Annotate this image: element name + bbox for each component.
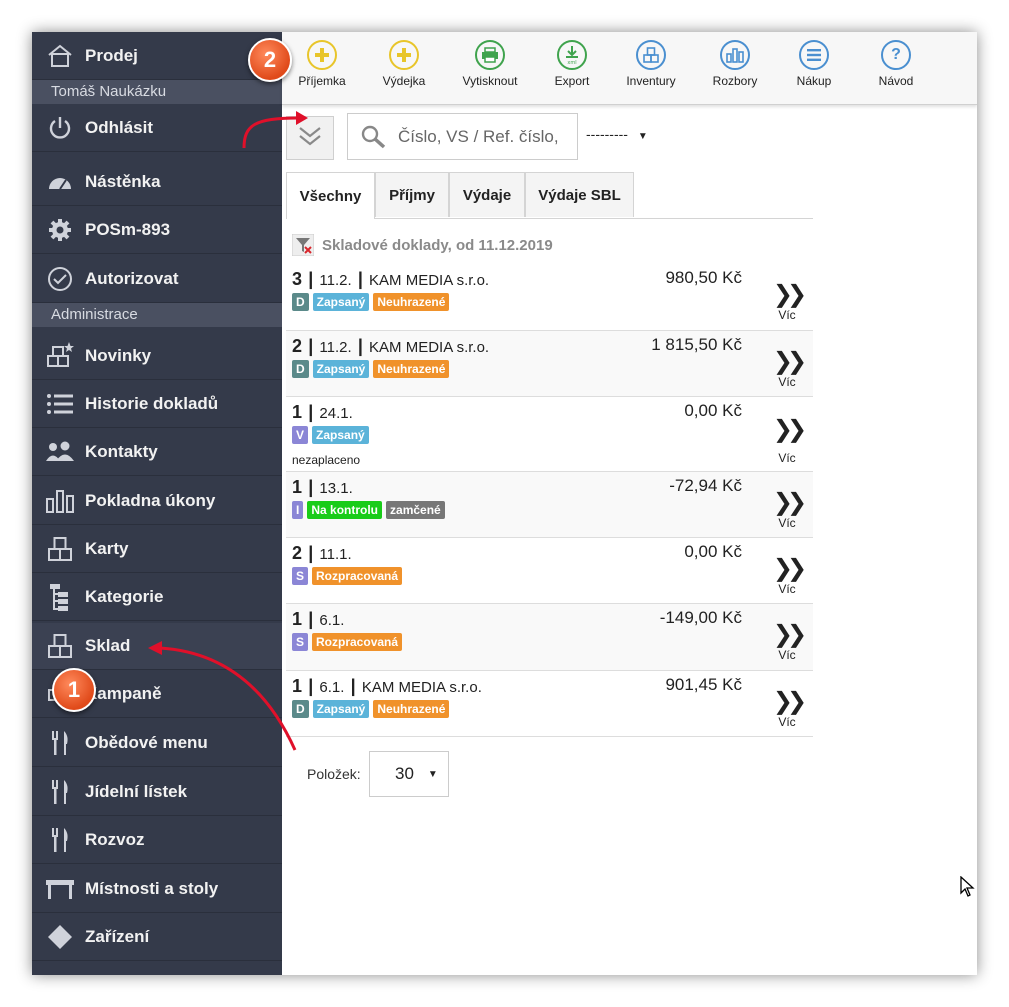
- annotation-arrows: [148, 111, 308, 751]
- annotation-marker-1: 1: [52, 668, 96, 712]
- annotation-marker-2: 2: [248, 38, 292, 82]
- mouse-cursor-icon: [960, 875, 976, 903]
